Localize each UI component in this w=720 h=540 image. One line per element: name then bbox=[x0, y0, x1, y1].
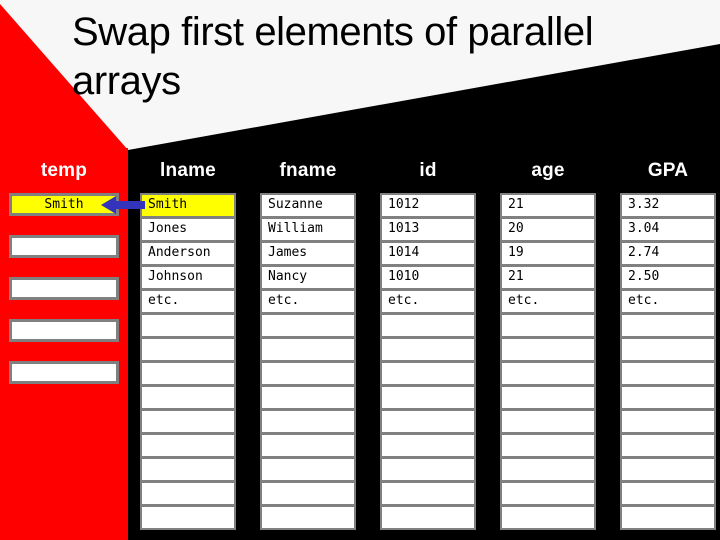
cell-gpa-2[interactable]: 2.74 bbox=[620, 241, 716, 266]
page-title: Swap first elements of parallel arrays bbox=[72, 10, 604, 103]
cell-id-7[interactable] bbox=[380, 361, 476, 386]
cell-id-5[interactable] bbox=[380, 313, 476, 338]
cell-fname-13[interactable] bbox=[260, 505, 356, 530]
cell-fname-3[interactable]: Nancy bbox=[260, 265, 356, 290]
cell-id-1[interactable]: 1013 bbox=[380, 217, 476, 242]
cell-gpa-9[interactable] bbox=[620, 409, 716, 434]
cell-id-13[interactable] bbox=[380, 505, 476, 530]
arrow-left-icon bbox=[101, 196, 145, 214]
cell-age-2[interactable]: 19 bbox=[500, 241, 596, 266]
cell-fname-9[interactable] bbox=[260, 409, 356, 434]
cell-age-4[interactable]: etc. bbox=[500, 289, 596, 314]
column-header-lname: lname bbox=[160, 160, 216, 181]
cell-id-4[interactable]: etc. bbox=[380, 289, 476, 314]
cell-id-11[interactable] bbox=[380, 457, 476, 482]
cell-gpa-5[interactable] bbox=[620, 313, 716, 338]
column-header-fname: fname bbox=[279, 160, 337, 181]
cell-age-3[interactable]: 21 bbox=[500, 265, 596, 290]
cell-gpa-0[interactable]: 3.32 bbox=[620, 193, 716, 218]
cell-lname-13[interactable] bbox=[140, 505, 236, 530]
cell-gpa-6[interactable] bbox=[620, 337, 716, 362]
cell-fname-11[interactable] bbox=[260, 457, 356, 482]
cell-lname-11[interactable] bbox=[140, 457, 236, 482]
cell-gpa-3[interactable]: 2.50 bbox=[620, 265, 716, 290]
cell-id-0[interactable]: 1012 bbox=[380, 193, 476, 218]
column-header-temp: temp bbox=[40, 160, 88, 181]
column-header-id: id bbox=[419, 160, 437, 181]
cell-age-5[interactable] bbox=[500, 313, 596, 338]
cell-id-8[interactable] bbox=[380, 385, 476, 410]
cell-gpa-1[interactable]: 3.04 bbox=[620, 217, 716, 242]
cell-fname-12[interactable] bbox=[260, 481, 356, 506]
cell-fname-2[interactable]: James bbox=[260, 241, 356, 266]
cell-lname-12[interactable] bbox=[140, 481, 236, 506]
cell-id-9[interactable] bbox=[380, 409, 476, 434]
cell-lname-5[interactable] bbox=[140, 313, 236, 338]
cell-id-2[interactable]: 1014 bbox=[380, 241, 476, 266]
cell-fname-1[interactable]: William bbox=[260, 217, 356, 242]
cell-gpa-8[interactable] bbox=[620, 385, 716, 410]
cell-lname-8[interactable] bbox=[140, 385, 236, 410]
cell-gpa-7[interactable] bbox=[620, 361, 716, 386]
cell-fname-10[interactable] bbox=[260, 433, 356, 458]
cell-gpa-4[interactable]: etc. bbox=[620, 289, 716, 314]
cell-lname-9[interactable] bbox=[140, 409, 236, 434]
cell-id-6[interactable] bbox=[380, 337, 476, 362]
temp-cell-4[interactable] bbox=[9, 361, 119, 384]
cell-gpa-10[interactable] bbox=[620, 433, 716, 458]
cell-age-9[interactable] bbox=[500, 409, 596, 434]
cell-id-10[interactable] bbox=[380, 433, 476, 458]
cell-fname-4[interactable]: etc. bbox=[260, 289, 356, 314]
cell-gpa-13[interactable] bbox=[620, 505, 716, 530]
cell-age-8[interactable] bbox=[500, 385, 596, 410]
column-header-gpa: GPA bbox=[647, 160, 689, 181]
cell-fname-8[interactable] bbox=[260, 385, 356, 410]
cell-lname-1[interactable]: Jones bbox=[140, 217, 236, 242]
cell-fname-5[interactable] bbox=[260, 313, 356, 338]
cell-age-13[interactable] bbox=[500, 505, 596, 530]
cell-lname-7[interactable] bbox=[140, 361, 236, 386]
cell-age-1[interactable]: 20 bbox=[500, 217, 596, 242]
cell-lname-3[interactable]: Johnson bbox=[140, 265, 236, 290]
temp-cell-3[interactable] bbox=[9, 319, 119, 342]
cell-age-7[interactable] bbox=[500, 361, 596, 386]
temp-cell-1[interactable] bbox=[9, 235, 119, 258]
cell-id-3[interactable]: 1010 bbox=[380, 265, 476, 290]
cell-lname-6[interactable] bbox=[140, 337, 236, 362]
cell-lname-4[interactable]: etc. bbox=[140, 289, 236, 314]
cell-lname-10[interactable] bbox=[140, 433, 236, 458]
cell-id-12[interactable] bbox=[380, 481, 476, 506]
cell-lname-2[interactable]: Anderson bbox=[140, 241, 236, 266]
cell-age-6[interactable] bbox=[500, 337, 596, 362]
swap-arrow bbox=[101, 194, 145, 216]
slide-canvas: Swap first elements of parallel arrays t… bbox=[0, 0, 720, 540]
cell-fname-7[interactable] bbox=[260, 361, 356, 386]
cell-age-11[interactable] bbox=[500, 457, 596, 482]
cell-gpa-11[interactable] bbox=[620, 457, 716, 482]
cell-gpa-12[interactable] bbox=[620, 481, 716, 506]
column-header-age: age bbox=[531, 160, 565, 181]
cell-fname-0[interactable]: Suzanne bbox=[260, 193, 356, 218]
temp-cell-2[interactable] bbox=[9, 277, 119, 300]
cell-lname-0[interactable]: Smith bbox=[140, 193, 236, 218]
cell-age-10[interactable] bbox=[500, 433, 596, 458]
cell-fname-6[interactable] bbox=[260, 337, 356, 362]
cell-age-0[interactable]: 21 bbox=[500, 193, 596, 218]
cell-age-12[interactable] bbox=[500, 481, 596, 506]
